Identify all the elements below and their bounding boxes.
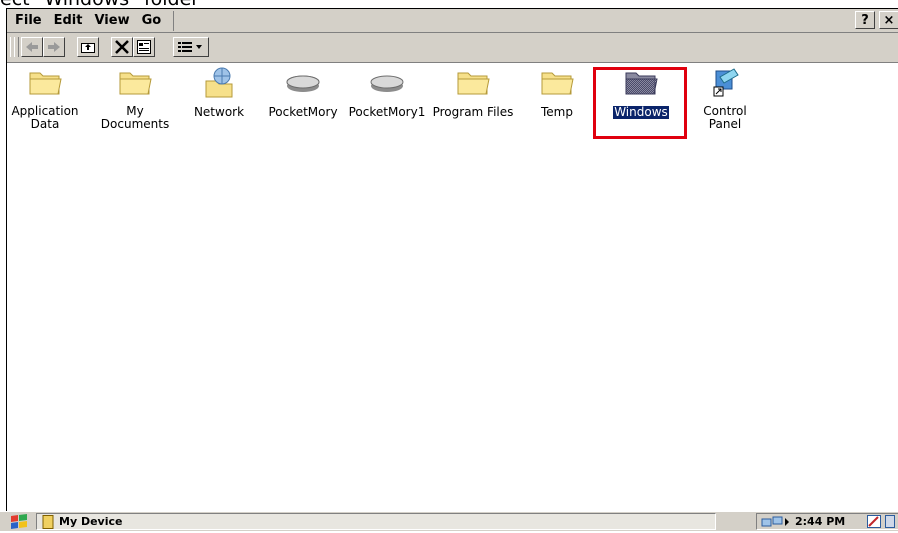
menu-view[interactable]: View [88, 11, 135, 31]
menu-edit[interactable]: Edit [48, 11, 89, 31]
folder-icon [118, 67, 152, 99]
forward-button[interactable] [43, 37, 65, 57]
taskbar: My Device 2:44 PM [0, 511, 898, 531]
file-item-pocketmory[interactable]: PocketMory [261, 67, 345, 119]
file-item-label: Temp [541, 105, 573, 119]
up-folder-button[interactable] [77, 37, 99, 57]
views-button[interactable] [173, 37, 209, 57]
file-item-label: Application Data [11, 104, 79, 131]
file-item-label: My Documents [100, 104, 170, 131]
annotation-highlight-box [593, 67, 687, 139]
menu-go[interactable]: Go [136, 11, 168, 31]
input-panel-icon[interactable] [867, 515, 881, 528]
delete-button[interactable] [111, 37, 133, 57]
taskbar-button-my-device[interactable]: My Device [36, 513, 716, 530]
clock[interactable]: 2:44 PM [795, 514, 845, 529]
drive-icon [370, 67, 404, 99]
properties-icon [137, 40, 151, 54]
file-item-label: Program Files [432, 105, 514, 119]
network-icon [202, 67, 236, 99]
toolbar-grip-2[interactable] [14, 37, 19, 57]
forward-arrow-icon [48, 42, 60, 52]
file-item-temp[interactable]: Temp [515, 67, 599, 119]
explorer-window: File Edit View Go ? × Application Data M… [6, 8, 898, 511]
start-button[interactable] [8, 513, 30, 530]
desktop-icon[interactable] [885, 515, 895, 528]
shortcut-icon [708, 67, 742, 99]
system-tray: 2:44 PM [756, 513, 898, 530]
file-item-label: Network [193, 105, 245, 119]
menu-file[interactable]: File [9, 11, 48, 31]
up-folder-icon [81, 43, 95, 53]
windows-logo-icon [11, 514, 27, 529]
taskbar-button-label: My Device [59, 515, 123, 528]
views-icon [178, 42, 202, 52]
network-connection-icon[interactable] [761, 515, 791, 529]
close-button[interactable]: × [879, 11, 898, 29]
file-item-program-files[interactable]: Program Files [431, 67, 515, 119]
help-button[interactable]: ? [855, 11, 875, 29]
back-arrow-icon [26, 42, 38, 52]
instruction-caption: ect "Windows" folder [0, 0, 199, 9]
file-item-label: PocketMory1 [348, 105, 426, 119]
file-item-my-documents[interactable]: My Documents [93, 67, 177, 131]
file-item-pocketmory1[interactable]: PocketMory1 [345, 67, 429, 119]
file-item-network[interactable]: Network [177, 67, 261, 119]
drive-icon [286, 67, 320, 99]
back-button[interactable] [21, 37, 43, 57]
device-icon [42, 515, 54, 529]
properties-button[interactable] [133, 37, 155, 57]
menu-group: File Edit View Go [9, 11, 175, 31]
file-item-label: Control Panel [703, 104, 747, 131]
file-list: Application Data My Documents Network Po… [7, 63, 898, 512]
toolbar [7, 33, 898, 63]
delete-x-icon [115, 40, 129, 54]
folder-icon [456, 67, 490, 99]
folder-icon [28, 67, 62, 99]
file-item-label: PocketMory [268, 105, 338, 119]
menu-bar: File Edit View Go ? × [7, 9, 898, 33]
file-item-application-data[interactable]: Application Data [3, 67, 87, 131]
file-item-control-panel[interactable]: Control Panel [683, 67, 767, 131]
folder-icon [540, 67, 574, 99]
